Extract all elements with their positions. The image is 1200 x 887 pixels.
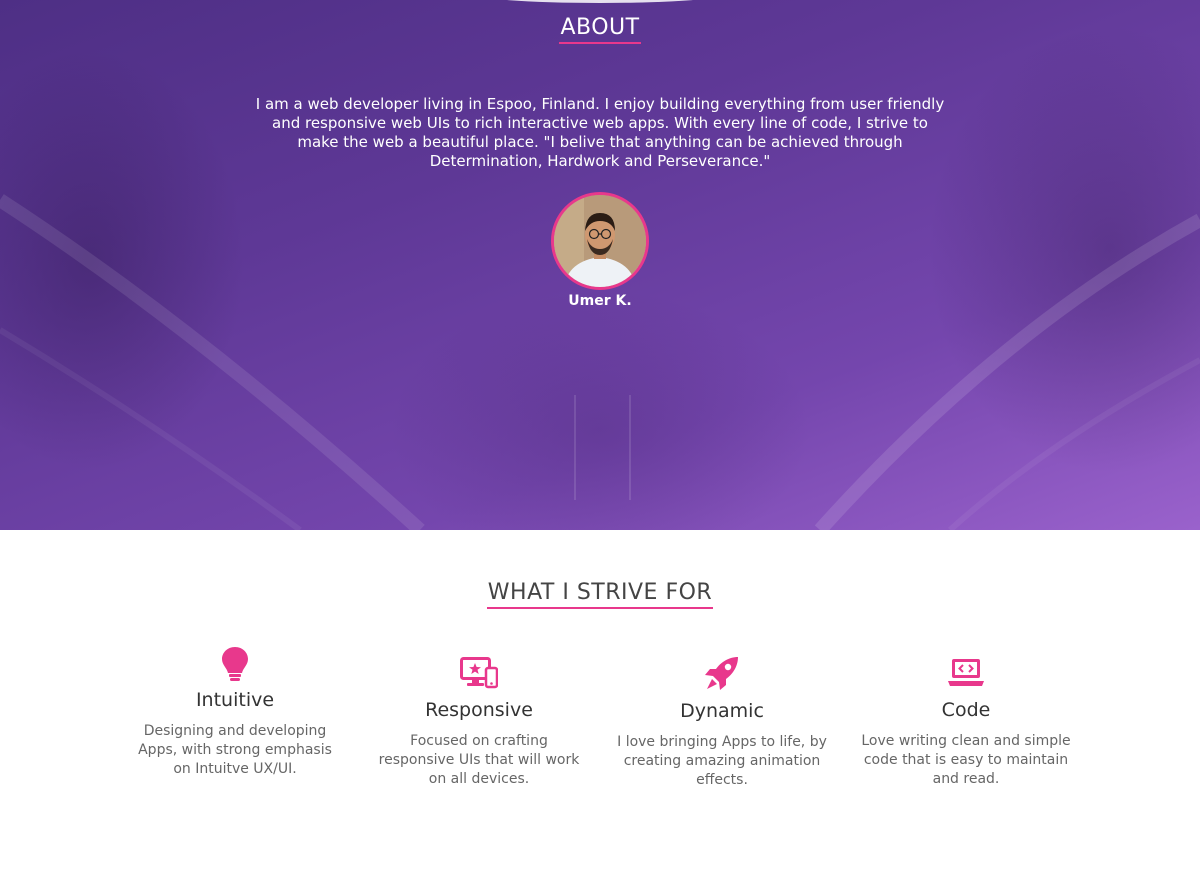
feature-text: Focused on crafting responsive UIs that …	[378, 733, 580, 787]
feature-code: Code Love writing clean and simple code …	[861, 657, 1071, 789]
about-heading: ABOUT	[0, 15, 1200, 44]
feature-title: Code	[941, 699, 991, 721]
code-laptop-icon	[948, 659, 984, 686]
feature-intuitive: Intuitive Designing and developing Apps,…	[130, 645, 340, 779]
author-name: Umer K.	[568, 293, 632, 309]
feature-dynamic: Dynamic I love bringing Apps to life, by…	[617, 655, 827, 790]
strive-section: WHAT I STRIVE FOR Intuitive Designing an…	[0, 530, 1200, 887]
feature-responsive: Responsive Focused on crafting responsiv…	[374, 657, 584, 789]
about-section: ABOUT I am a web developer living in Esp…	[0, 0, 1200, 530]
feature-title: Dynamic	[680, 700, 764, 722]
feature-text: Designing and developing Apps, with stro…	[138, 723, 332, 777]
about-description: I am a web developer living in Espoo, Fi…	[255, 95, 945, 170]
lightbulb-icon	[222, 647, 248, 681]
feature-title: Responsive	[425, 699, 533, 721]
about-title: ABOUT	[559, 15, 641, 44]
feature-text: Love writing clean and simple code that …	[861, 733, 1071, 787]
responsive-devices-icon	[460, 657, 498, 689]
top-arc-divider	[470, 0, 730, 3]
avatar	[551, 192, 649, 290]
strive-title: WHAT I STRIVE FOR	[486, 580, 714, 609]
feature-text: I love bringing Apps to life, by creatin…	[617, 734, 827, 788]
feature-title: Intuitive	[195, 689, 275, 711]
rocket-icon	[705, 657, 738, 690]
strive-heading: WHAT I STRIVE FOR	[0, 580, 1200, 609]
